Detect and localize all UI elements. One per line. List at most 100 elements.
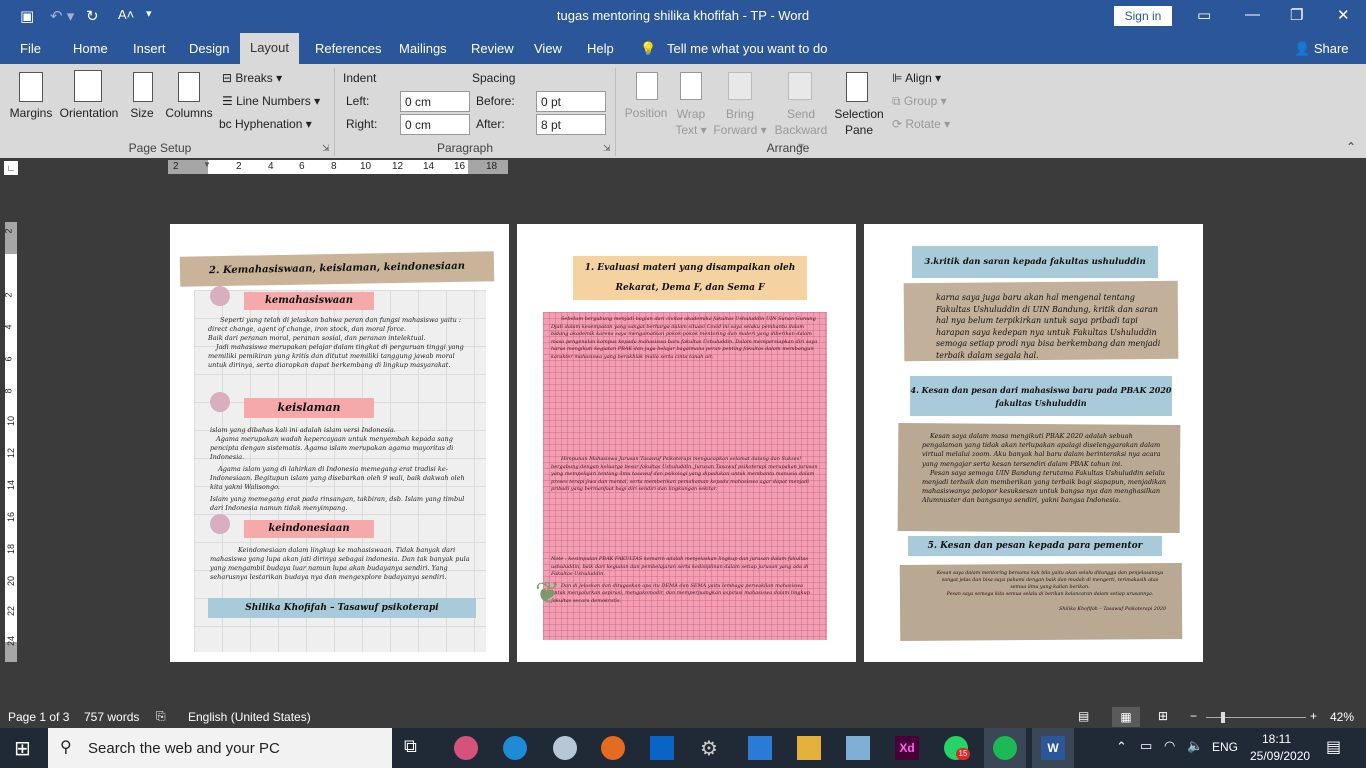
selection-pane-button[interactable]: Selection Pane <box>832 106 886 138</box>
tab-review[interactable]: Review <box>471 41 514 56</box>
pink-circle-icon <box>210 392 230 412</box>
zoom-in-icon[interactable]: + <box>1310 709 1317 723</box>
orientation-button[interactable]: Orientation <box>56 106 122 120</box>
paragraph: Jadi mahasiswa merupakan pelajar dalam t… <box>208 343 464 369</box>
collapse-ribbon-icon[interactable]: ⌃ <box>1346 140 1356 154</box>
spotify-icon[interactable] <box>993 736 1017 760</box>
close-icon[interactable]: ✕ <box>1337 6 1350 24</box>
mail-icon[interactable] <box>650 736 674 760</box>
tab-layout[interactable]: Layout <box>240 33 299 64</box>
ruler-number: 14 <box>423 161 435 172</box>
size-button[interactable]: Size <box>126 106 158 120</box>
bring-forward-button[interactable]: Bring Forward ▾ <box>712 106 768 138</box>
settings-gear-icon[interactable]: ⚙ <box>700 736 724 760</box>
indent-right-input[interactable]: 0 cm <box>400 114 470 135</box>
columns-icon <box>178 72 200 102</box>
page-indicator[interactable]: Page 1 of 3 <box>8 710 69 724</box>
margins-button[interactable]: Margins <box>6 106 56 120</box>
proofing-icon[interactable]: ⎘ <box>156 709 166 724</box>
notifications-icon[interactable]: ▤ <box>1326 737 1341 757</box>
spacing-after-input[interactable]: 8 pt <box>536 114 606 135</box>
arrange-group-label: Arrange <box>766 141 810 155</box>
send-backward-icon <box>788 72 812 100</box>
windows-start-icon[interactable]: ⊞ <box>14 736 31 761</box>
group-icon: ⧉ <box>892 94 904 108</box>
sign-in-button[interactable]: Sign in <box>1114 6 1172 26</box>
breaks-label: Breaks <box>235 71 273 85</box>
position-button[interactable]: Position <box>620 106 672 120</box>
snipping-icon[interactable] <box>553 736 577 760</box>
ruler-number: 6 <box>3 356 14 362</box>
clock-time[interactable]: 18:11 <box>1262 732 1291 746</box>
language-indicator[interactable]: English (United States) <box>188 710 311 724</box>
adobe-xd-icon[interactable]: Xd <box>895 736 919 760</box>
indent-marker-icon[interactable]: ▼ <box>203 160 211 169</box>
show-hidden-icons[interactable]: ⌃ <box>1116 739 1127 755</box>
input-language[interactable]: ENG <box>1212 740 1238 754</box>
hyphenation-button[interactable]: bc Hyphenation ▾ <box>219 117 312 131</box>
bring-forward-icon <box>728 72 752 100</box>
volume-icon[interactable]: 🔈 <box>1187 738 1203 754</box>
tab-insert[interactable]: Insert <box>133 41 166 56</box>
word-count[interactable]: 757 words <box>84 710 139 724</box>
tab-file[interactable]: File <box>20 41 41 56</box>
breaks-button[interactable]: ⊟ Breaks ▾ <box>222 71 282 85</box>
minimize-icon[interactable]: — <box>1245 6 1260 23</box>
battery-icon[interactable]: ▭ <box>1140 738 1152 754</box>
indent-left-input[interactable]: 0 cm <box>400 91 470 112</box>
paragraph: Sebelum bergabung menjadi bagian dari ci… <box>551 316 818 360</box>
rotate-button[interactable]: ⟳ Rotate ▾ <box>892 117 950 131</box>
line-numbers-button[interactable]: ☰ Line Numbers ▾ <box>222 94 320 108</box>
zoom-out-icon[interactable]: − <box>1190 709 1197 723</box>
tell-me-search[interactable]: Tell me what you want to do <box>667 41 827 56</box>
file-explorer-icon[interactable] <box>797 736 821 760</box>
taskbar-search[interactable]: ⚲ Search the web and your PC <box>48 728 392 768</box>
align-button[interactable]: ⊫ Align ▾ <box>892 71 941 85</box>
restore-icon[interactable]: ❐ <box>1290 6 1303 24</box>
wifi-icon[interactable]: ◠ <box>1164 738 1175 754</box>
pony-app-icon[interactable] <box>454 736 478 760</box>
heading-line: fakultas Ushuluddin <box>995 398 1087 408</box>
tab-design[interactable]: Design <box>189 41 229 56</box>
tab-references[interactable]: References <box>315 41 381 56</box>
vertical-ruler[interactable]: 2 2 4 6 8 10 12 14 16 18 20 22 24 <box>3 222 17 662</box>
ruler-number: 18 <box>6 543 17 555</box>
paragraph-launcher-icon[interactable]: ⇲ <box>603 143 611 154</box>
share-button[interactable]: 👤 Share <box>1294 41 1349 57</box>
document-page-2[interactable]: 1. Evaluasi materi yang disampaikan oleh… <box>517 224 856 662</box>
wrap-text-button[interactable]: Wrap Text ▾ <box>672 106 710 138</box>
page-setup-launcher-icon[interactable]: ⇲ <box>322 143 330 154</box>
ruler-number: 12 <box>6 447 17 459</box>
spacing-before-input[interactable]: 0 pt <box>536 91 606 112</box>
paragraph: karna saya juga baru akan hal mengenal t… <box>936 293 1161 360</box>
columns-button[interactable]: Columns <box>162 106 216 120</box>
spacing-after-label: After: <box>476 117 505 131</box>
paragraph: Agama islam yang di lahirkan di Indonesi… <box>210 465 465 491</box>
task-view-icon[interactable]: ⧉ <box>404 736 428 760</box>
app-icon[interactable] <box>846 736 870 760</box>
web-layout-icon[interactable]: ⊞ <box>1158 709 1168 723</box>
document-page-1[interactable]: 2. Kemahasiswaan, keislaman, keindonesia… <box>170 224 509 662</box>
group-button[interactable]: ⧉ Group ▾ <box>892 94 947 109</box>
ribbon-display-icon[interactable]: ▭ <box>1197 6 1211 24</box>
firefox-icon[interactable] <box>601 736 625 760</box>
read-mode-icon[interactable]: ▤ <box>1078 709 1089 723</box>
zoom-level[interactable]: 42% <box>1330 710 1354 724</box>
word-icon[interactable]: W <box>1041 736 1065 760</box>
section-title: kemahasiswaan <box>244 292 374 310</box>
document-page-3[interactable]: 3.kritik dan saran kepada fakultas ushul… <box>864 224 1203 662</box>
horizontal-ruler[interactable]: 2 2 4 6 8 10 12 14 16 18 ▼ <box>168 160 508 174</box>
tab-help[interactable]: Help <box>587 41 614 56</box>
ruler-number: 22 <box>6 605 17 617</box>
tab-view[interactable]: View <box>534 41 562 56</box>
vscode-icon[interactable] <box>748 736 772 760</box>
paragraph: Baik dari peranan moral, peranan sosial,… <box>208 334 426 342</box>
tab-home[interactable]: Home <box>73 41 108 56</box>
edge-icon[interactable] <box>503 736 527 760</box>
clock-date[interactable]: 25/09/2020 <box>1250 749 1310 763</box>
tab-mailings[interactable]: Mailings <box>399 41 447 56</box>
tab-selector-icon[interactable]: ∟ <box>4 161 18 175</box>
ruler-number: 4 <box>3 324 14 330</box>
print-layout-icon[interactable]: ▦ <box>1112 707 1140 727</box>
zoom-slider-thumb[interactable] <box>1221 712 1225 723</box>
